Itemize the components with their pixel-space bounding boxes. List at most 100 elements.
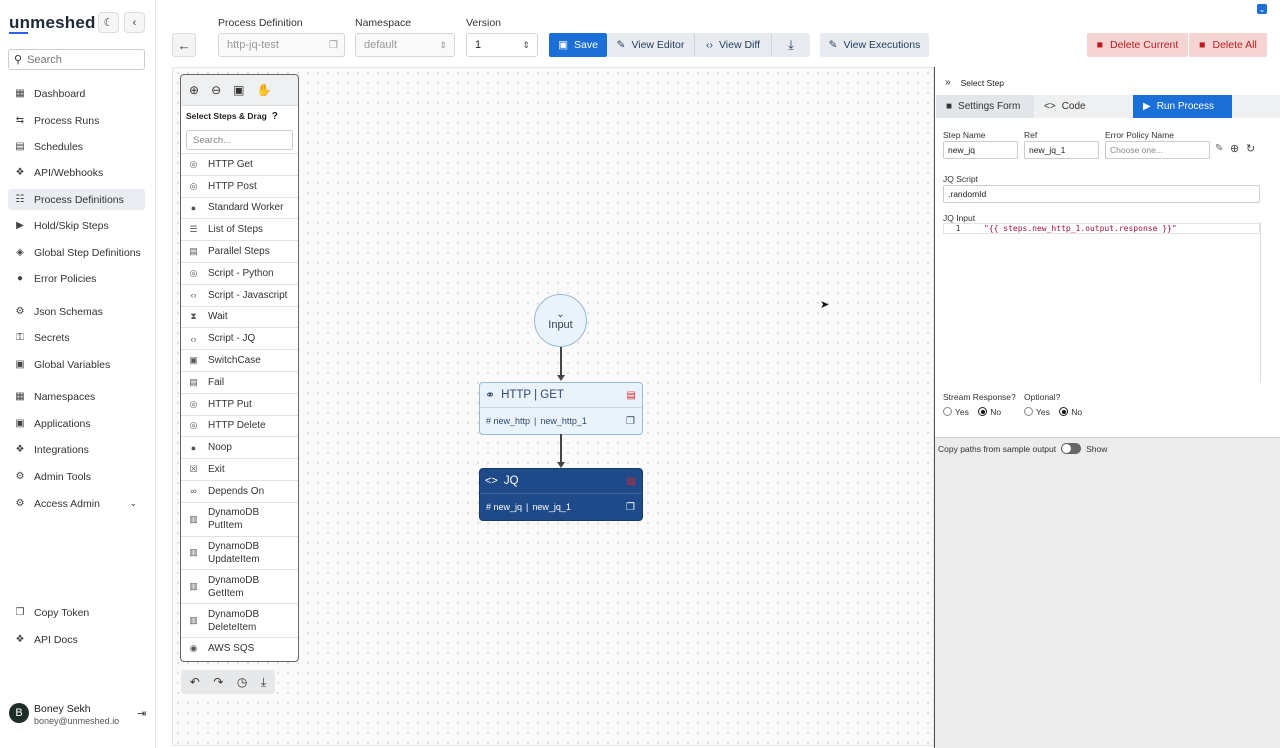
palette-item[interactable]: ◉ AWS SQS [181, 636, 298, 659]
step-name-input[interactable]: new_jq [943, 141, 1018, 159]
palette-search-input[interactable]: Search... [186, 130, 293, 150]
add-icon[interactable]: ⊕ [1230, 142, 1239, 155]
palette-item[interactable]: ☒ Exit [181, 458, 298, 480]
tab-settings-form[interactable]: ■ Settings Form [936, 95, 1034, 118]
sidebar-item-api-docs[interactable]: ❖ API Docs [8, 629, 145, 650]
export-icon[interactable]: ⤓ [261, 675, 266, 690]
trash-icon[interactable]: ▤ [627, 476, 636, 487]
copy-icon[interactable]: ❐ [626, 416, 635, 427]
optional-yes-radio[interactable] [1024, 407, 1033, 417]
palette-item[interactable]: ▥ DynamoDB UpdateItem [181, 535, 298, 570]
sidebar-item-access-admin[interactable]: ⚙ Access Admin ⌄ [8, 493, 145, 514]
palette-item[interactable]: ◎ Script - Python [181, 261, 298, 284]
tab-code[interactable]: <> Code [1034, 95, 1133, 118]
palette-item[interactable]: ▥ DynamoDB GetItem [181, 569, 298, 603]
palette-item[interactable]: ● Standard Worker [181, 196, 298, 219]
back-button[interactable]: ← [172, 33, 196, 57]
sidebar-item-global-variables[interactable]: ▣ Global Variables [8, 354, 145, 375]
theme-toggle-button[interactable]: ☾ [98, 12, 119, 33]
stream-yes-radio[interactable] [943, 407, 952, 417]
sidebar-item-secrets[interactable]: ⚿ Secrets [8, 327, 145, 348]
ref-input[interactable]: new_jq_1 [1024, 141, 1099, 159]
input-node[interactable]: ⌄​ Input [534, 294, 587, 347]
palette-item[interactable]: ‹› Script - JQ [181, 327, 298, 349]
save-button[interactable]: ▣ Save [549, 33, 607, 57]
view-executions-button[interactable]: ✎ View Executions [820, 33, 929, 57]
edit-icon[interactable]: ✎ [1215, 143, 1223, 154]
palette-item-label: HTTP Post [208, 180, 257, 192]
palette-item[interactable]: ● Noop [181, 436, 298, 458]
sidebar-item-process-runs[interactable]: ⇆ Process Runs [8, 110, 145, 131]
sidebar-item-hold-skip-steps[interactable]: ▶ Hold/Skip Steps [8, 215, 145, 236]
sidebar-item-namespaces[interactable]: ▦ Namespaces [8, 386, 145, 407]
palette-item[interactable]: ◎ HTTP Put [181, 392, 298, 415]
chevron-down-icon: ⌄ [1258, 4, 1266, 14]
python-icon: ◎ [189, 267, 198, 278]
undo-icon[interactable]: ↶ [190, 675, 200, 689]
link-icon: ∞ [190, 486, 197, 497]
sidebar-item-dashboard[interactable]: ▦ Dashboard [8, 83, 145, 104]
sidebar-item-error-policies[interactable]: ● Error Policies [8, 268, 145, 289]
sidebar-item-process-definitions[interactable]: ☷ Process Definitions [8, 189, 145, 210]
chevron-double-right-icon[interactable]: » [945, 77, 951, 88]
delete-all-button[interactable]: ■ Delete All [1189, 33, 1267, 57]
sidebar-item-label: Applications [34, 417, 91, 430]
palette-item[interactable]: ▣ SwitchCase [181, 349, 298, 371]
sidebar-item-schedules[interactable]: ▤ Schedules [8, 136, 145, 157]
chevron-updown-icon: ⇕ [439, 39, 447, 50]
help-icon[interactable]: ? [272, 111, 278, 122]
sidebar-search-input[interactable]: ⚲ Search [8, 49, 145, 70]
palette-item[interactable]: ▤ Parallel Steps [181, 240, 298, 262]
delete-current-button[interactable]: ■ Delete Current [1087, 33, 1188, 57]
error-policy-select[interactable]: Choose one... [1105, 141, 1210, 159]
copy-icon[interactable]: ❐ [329, 40, 338, 51]
palette-item[interactable]: ‹› Script - Javascript [181, 283, 298, 306]
copy-icon[interactable]: ❐ [626, 502, 635, 513]
collapse-top-button[interactable]: ⌄ [1257, 4, 1267, 14]
history-icon[interactable]: ◷ [237, 675, 247, 689]
view-diff-button[interactable]: ‹› View Diff [695, 33, 772, 57]
palette-item[interactable]: ∞ Depends On [181, 479, 298, 502]
sidebar-item-applications[interactable]: ▣ Applications [8, 413, 145, 434]
process-definition-input[interactable]: http-jq-test ❐ [218, 33, 345, 57]
sidebar-item-copy-token[interactable]: ❐ Copy Token [8, 602, 145, 623]
jq-step-node[interactable]: <> JQ ▤ # new_jq | new_jq_1 ❐ [479, 468, 643, 521]
tab-run-process[interactable]: ▶ Run Process [1133, 95, 1232, 118]
redo-icon[interactable]: ↷ [213, 675, 223, 689]
fit-view-icon[interactable]: ▣ [233, 83, 244, 97]
sidebar-item-integrations[interactable]: ❖ Integrations [8, 439, 145, 460]
sidebar-item-label: Access Admin [34, 497, 100, 510]
palette-item[interactable]: ⧗ Wait [181, 305, 298, 328]
namespace-select[interactable]: default ⇕ [355, 33, 455, 57]
sidebar-item-api-webhooks[interactable]: ❖ API/Webhooks [8, 162, 145, 183]
sidebar-item-admin-tools[interactable]: ⚙ Admin Tools [8, 466, 145, 487]
palette-item[interactable]: ▤ Fail [181, 370, 298, 393]
download-button[interactable]: ⤓ [772, 33, 810, 57]
collapse-sidebar-button[interactable]: ‹ [124, 12, 145, 33]
palette-item[interactable]: ◎ HTTP Delete [181, 414, 298, 437]
error-policies-icon: ● [16, 273, 24, 284]
zoom-in-icon[interactable]: ⊕ [189, 83, 199, 97]
sidebar-item-global-step-definitions[interactable]: ◈ Global Step Definitions [8, 242, 145, 263]
stream-no-radio[interactable] [978, 407, 988, 417]
optional-no-radio[interactable] [1059, 407, 1069, 417]
logout-icon[interactable]: ⇥ [137, 707, 146, 720]
view-editor-button[interactable]: ✎ View Editor [607, 33, 695, 57]
refresh-icon[interactable]: ↻ [1246, 142, 1255, 155]
palette-item[interactable]: ◎ HTTP Get [181, 153, 298, 175]
jq-input-editor[interactable]: 1 "{{ steps.new_http_1.output.response }… [943, 222, 1261, 382]
palette-item-label: DynamoDB UpdateItem [208, 540, 260, 566]
palette-item[interactable]: ☰ List of Steps [181, 218, 298, 240]
sidebar-item-json-schemas[interactable]: ⚙ Json Schemas [8, 301, 145, 322]
zoom-out-icon[interactable]: ⊖ [211, 83, 221, 97]
palette-item[interactable]: ▥ DynamoDB PutItem [181, 501, 298, 536]
version-select[interactable]: 1 ⇕ [466, 33, 538, 57]
palette-item[interactable]: ◎ HTTP Post [181, 174, 298, 197]
palette-item[interactable]: ▥ DynamoDB DeleteItem [181, 603, 298, 637]
sidebar-item-label: Global Variables [34, 358, 111, 371]
pan-hand-icon[interactable]: ✋ [256, 83, 271, 97]
trash-icon[interactable]: ▤ [627, 390, 636, 401]
http-step-node[interactable]: ⚭ HTTP | GET ▤ # new_http | new_http_1 ❐ [479, 382, 643, 435]
jq-script-input[interactable]: .randomId [943, 185, 1260, 203]
show-toggle[interactable] [1061, 443, 1082, 454]
